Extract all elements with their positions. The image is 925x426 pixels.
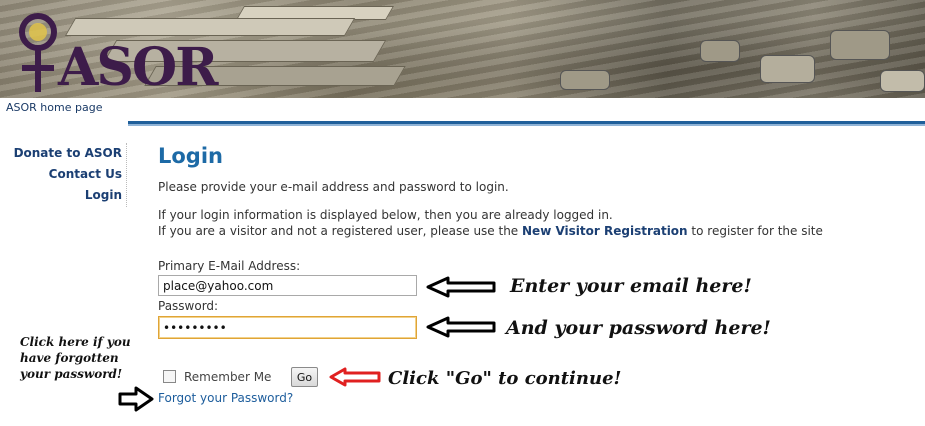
banner-stone <box>880 70 925 92</box>
sidebar-divider <box>126 143 127 207</box>
banner-stone <box>560 70 610 90</box>
info-text-line-2: If you are a visitor and not a registere… <box>158 224 823 238</box>
annotation-go: Click "Go" to continue! <box>388 368 622 389</box>
banner-stone <box>830 30 890 60</box>
page-title: Login <box>158 144 223 168</box>
annotation-forgot-password: Click here if you have forgotten your pa… <box>20 335 131 381</box>
left-arrow-icon <box>329 367 381 387</box>
intro-text: Please provide your e-mail address and p… <box>158 180 509 194</box>
site-logo-text: ASOR <box>58 37 218 98</box>
banner-stone <box>700 40 740 62</box>
sidebar-item-donate[interactable]: Donate to ASOR <box>0 145 122 161</box>
email-label: Primary E-Mail Address: <box>158 259 301 273</box>
sidebar-item-contact[interactable]: Contact Us <box>0 166 122 182</box>
remember-me-label: Remember Me <box>184 370 272 384</box>
header-divider-shadow <box>128 124 925 126</box>
banner-ruin-wall <box>64 18 356 36</box>
forgot-password-link[interactable]: Forgot your Password? <box>158 391 293 405</box>
password-label: Password: <box>158 299 219 313</box>
left-arrow-icon <box>426 276 496 298</box>
home-page-link[interactable]: ASOR home page <box>6 101 102 114</box>
password-field[interactable] <box>158 316 417 339</box>
sidebar-nav: Donate to ASOR Contact Us Login <box>0 145 122 208</box>
remember-me-checkbox[interactable] <box>163 370 176 383</box>
new-visitor-registration-link[interactable]: New Visitor Registration <box>522 224 688 238</box>
info-text-line-1: If your login information is displayed b… <box>158 208 613 222</box>
banner-stone <box>760 55 815 83</box>
info-text-suffix: to register for the site <box>687 224 823 238</box>
annotation-password: And your password here! <box>506 317 771 339</box>
header-banner: ASOR <box>0 0 925 98</box>
info-text-prefix: If you are a visitor and not a registere… <box>158 224 523 238</box>
email-field[interactable] <box>158 275 417 296</box>
right-arrow-icon <box>118 386 154 412</box>
annotation-email: Enter your email here! <box>510 275 752 297</box>
sidebar-item-login[interactable]: Login <box>0 187 122 203</box>
left-arrow-icon <box>426 316 496 338</box>
go-button[interactable]: Go <box>291 367 318 387</box>
